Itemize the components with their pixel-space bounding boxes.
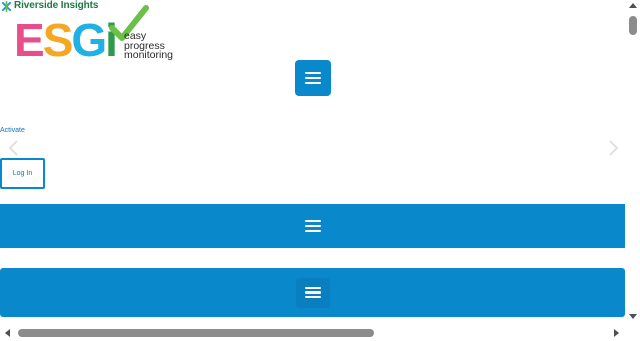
scroll-right-arrow-icon[interactable] bbox=[614, 329, 619, 337]
scroll-down-arrow-icon[interactable] bbox=[629, 314, 637, 319]
logo-tagline: easy progress monitoring bbox=[124, 31, 174, 61]
horizontal-scroll-thumb[interactable] bbox=[18, 329, 374, 337]
logo-letter-s: S bbox=[42, 14, 74, 66]
vertical-scrollbar[interactable] bbox=[625, 0, 640, 325]
hamburger-menu-icon bbox=[304, 286, 321, 299]
activate-link[interactable]: Activate bbox=[0, 126, 25, 135]
chevron-left-icon[interactable] bbox=[5, 138, 23, 158]
riverside-star-icon bbox=[1, 0, 12, 12]
horizontal-scrollbar[interactable] bbox=[0, 325, 625, 341]
logo-letter-e: E bbox=[14, 14, 45, 66]
nav-menu-bar-secondary[interactable] bbox=[0, 268, 625, 317]
page: Riverside Insights ESGi easy progress mo… bbox=[0, 0, 640, 341]
scrollbar-corner bbox=[625, 325, 640, 341]
menu-toggle-button[interactable] bbox=[295, 277, 330, 308]
chevron-right-icon[interactable] bbox=[604, 138, 622, 158]
scroll-up-arrow-icon[interactable] bbox=[629, 3, 637, 8]
login-button[interactable]: Log In bbox=[0, 158, 45, 189]
scroll-left-arrow-icon[interactable] bbox=[5, 329, 10, 337]
menu-toggle-button[interactable] bbox=[295, 60, 331, 96]
logo-letter-g: G bbox=[71, 14, 107, 66]
hamburger-menu-icon bbox=[305, 72, 321, 84]
nav-menu-bar[interactable] bbox=[0, 204, 625, 248]
esgi-logo[interactable]: ESGi easy progress monitoring bbox=[14, 4, 184, 66]
vertical-scroll-thumb[interactable] bbox=[629, 16, 637, 35]
tagline-line-3: monitoring bbox=[124, 49, 174, 61]
esgi-wordmark: ESGi bbox=[14, 14, 118, 66]
hamburger-menu-icon bbox=[304, 220, 321, 232]
